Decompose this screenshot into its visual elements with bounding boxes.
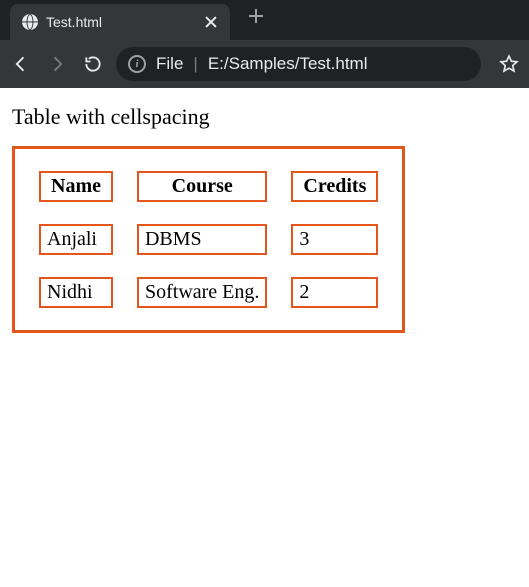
col-header-name: Name xyxy=(39,171,113,202)
info-icon[interactable]: i xyxy=(128,55,146,73)
cell-course: DBMS xyxy=(137,224,267,255)
url-divider: | xyxy=(193,54,197,74)
url-path: E:/Samples/Test.html xyxy=(208,54,368,74)
demo-table: Name Course Credits Anjali DBMS 3 Nidhi … xyxy=(12,146,405,333)
new-tab-button[interactable] xyxy=(246,6,266,26)
active-tab[interactable]: Test.html xyxy=(10,4,230,40)
table-header-row: Name Course Credits xyxy=(39,171,378,202)
globe-icon xyxy=(22,14,38,30)
table-row: Anjali DBMS 3 xyxy=(39,224,378,255)
cell-course: Software Eng. xyxy=(137,277,267,308)
cell-name: Nidhi xyxy=(39,277,113,308)
tab-title: Test.html xyxy=(46,14,196,30)
url-scheme: File xyxy=(156,54,183,74)
tab-bar: Test.html xyxy=(0,0,529,40)
cell-name: Anjali xyxy=(39,224,113,255)
forward-button[interactable] xyxy=(44,51,70,77)
page-content: Table with cellspacing Name Course Credi… xyxy=(0,88,529,345)
col-header-course: Course xyxy=(137,171,267,202)
close-icon[interactable] xyxy=(204,15,218,29)
browser-chrome: Test.html i File | E:/Samples/Test.html xyxy=(0,0,529,88)
page-heading: Table with cellspacing xyxy=(12,104,517,130)
address-bar[interactable]: i File | E:/Samples/Test.html xyxy=(116,47,481,81)
cell-credits: 2 xyxy=(291,277,378,308)
reload-button[interactable] xyxy=(80,51,106,77)
bookmark-button[interactable] xyxy=(497,52,521,76)
back-button[interactable] xyxy=(8,51,34,77)
table-row: Nidhi Software Eng. 2 xyxy=(39,277,378,308)
toolbar: i File | E:/Samples/Test.html xyxy=(0,40,529,88)
col-header-credits: Credits xyxy=(291,171,378,202)
cell-credits: 3 xyxy=(291,224,378,255)
